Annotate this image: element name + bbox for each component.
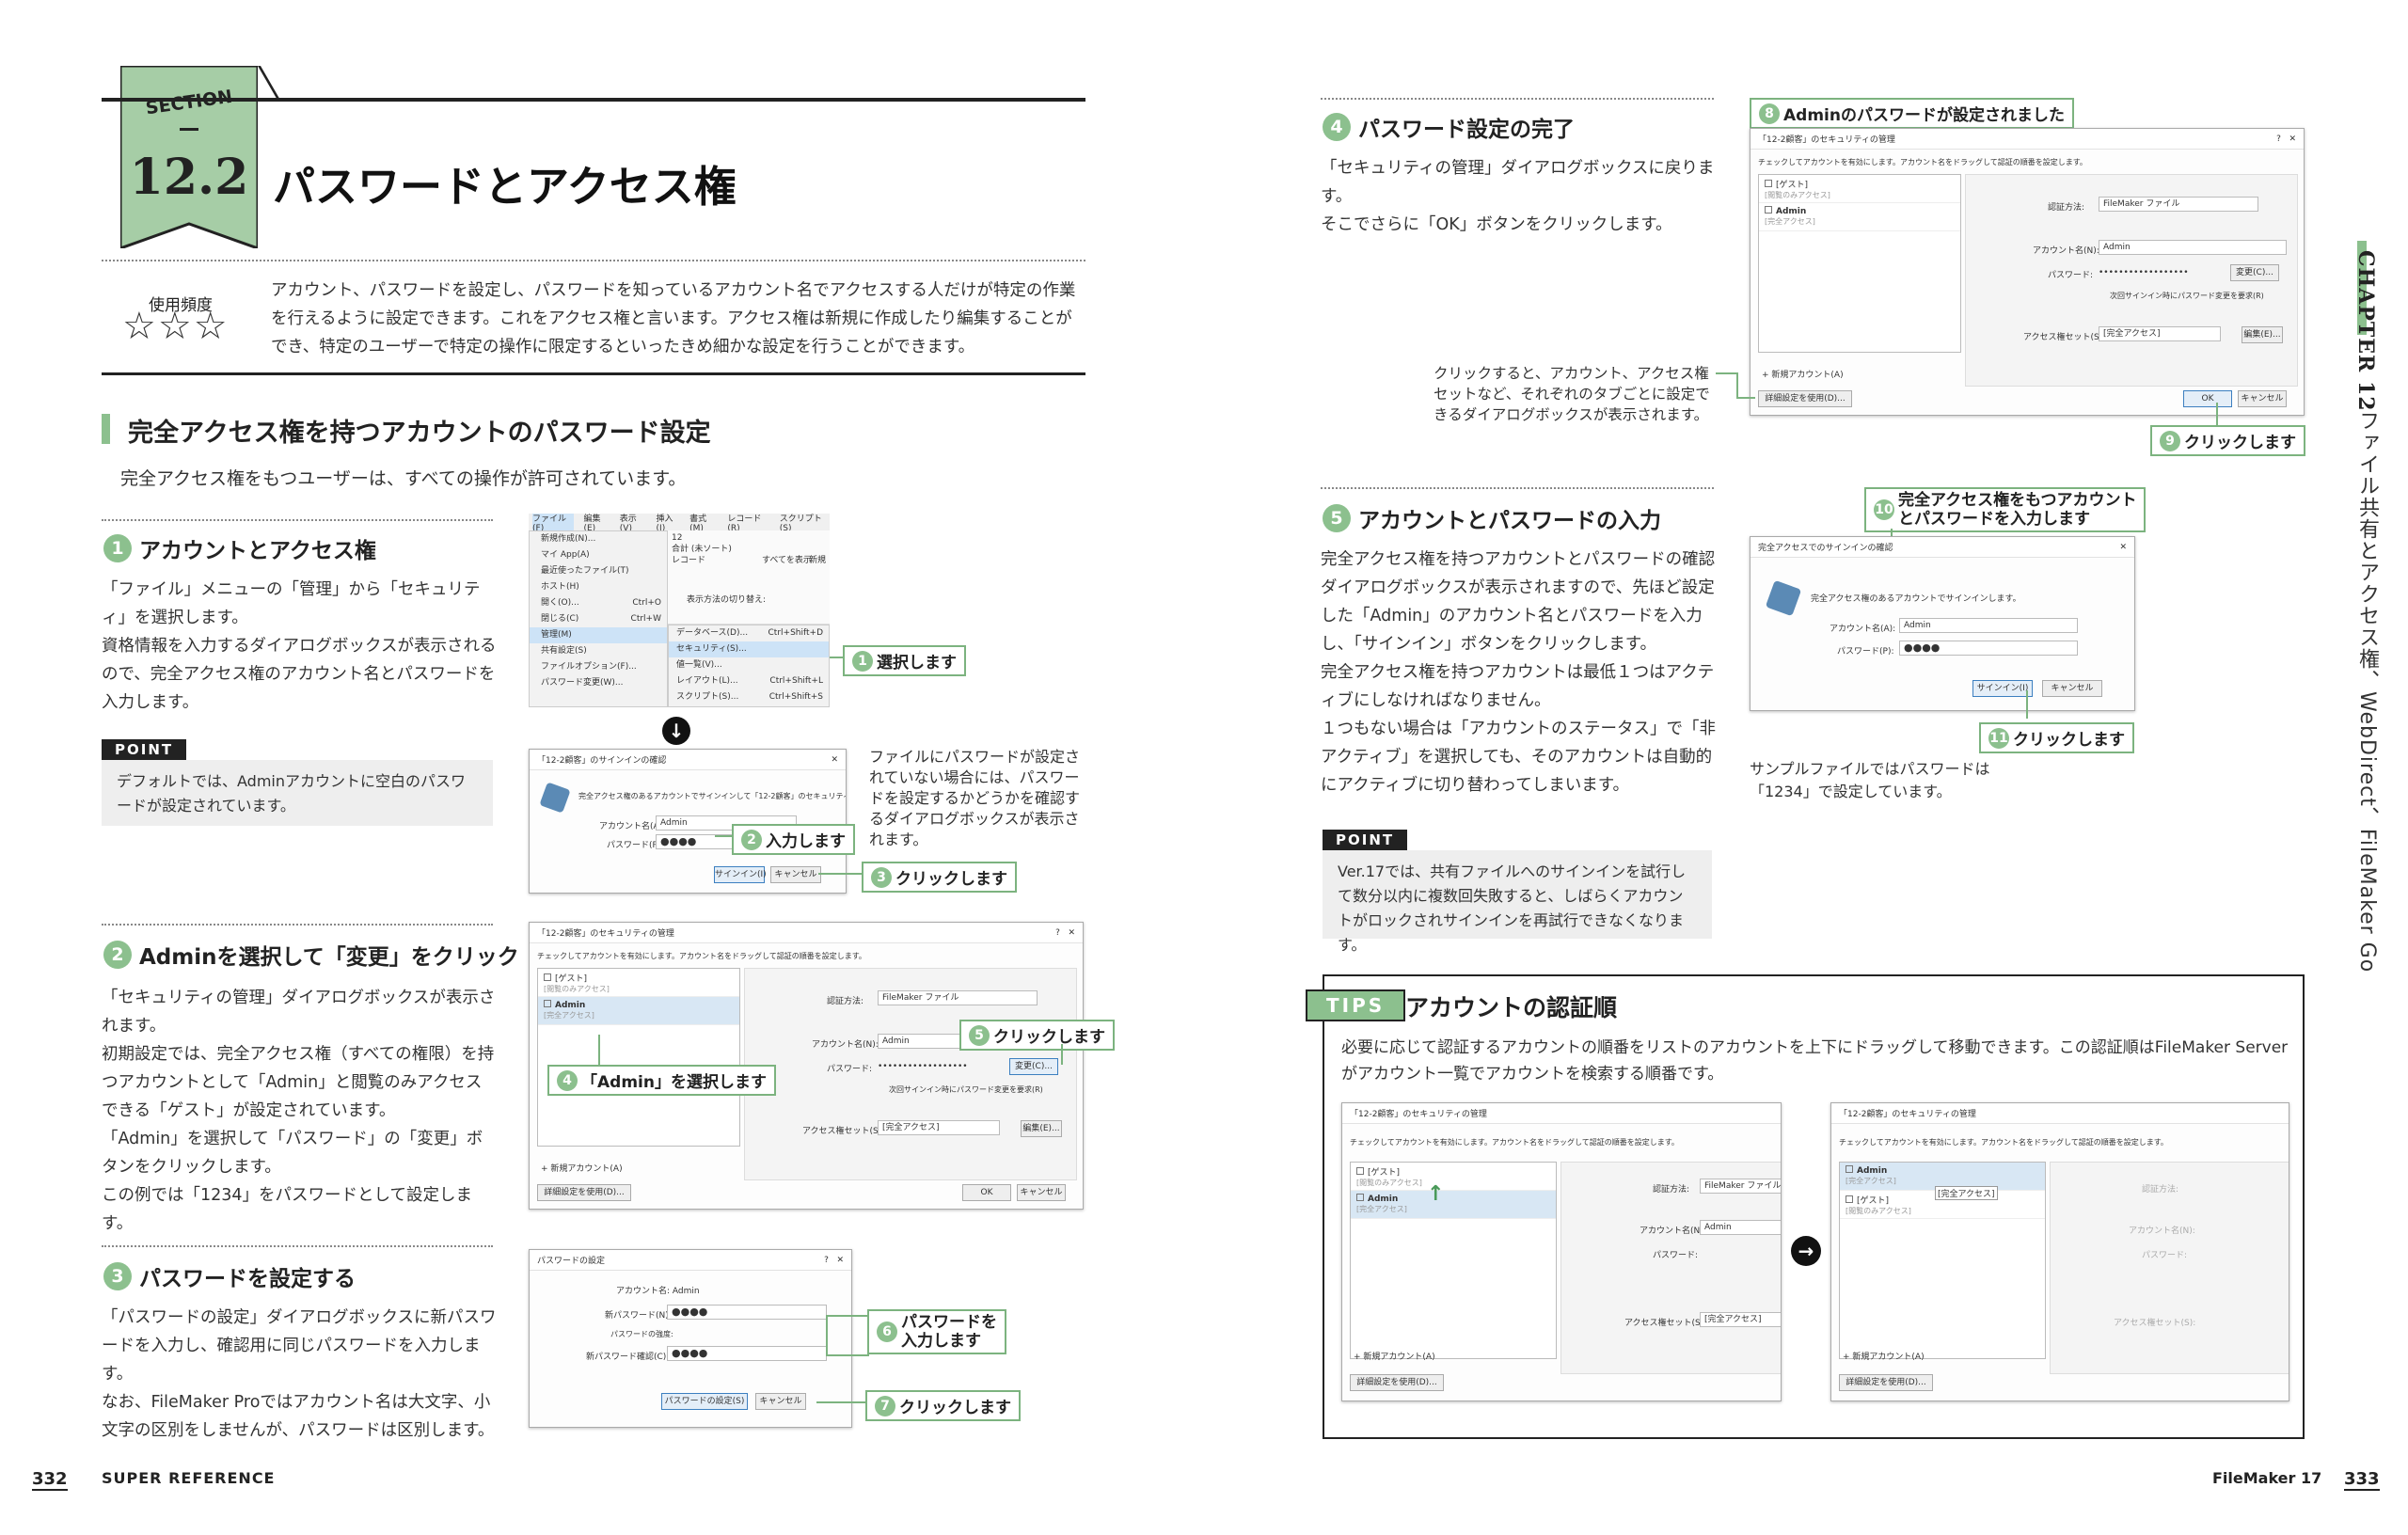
step2-body: 「セキュリティの管理」ダイアログボックスが表示されます。 初期設定では、完全アク… <box>102 989 496 1233</box>
step5-body: 完全アクセス権を持つアカウントとパスワードの確認ダイアログボックスが表示されます… <box>1321 550 1716 795</box>
chapter-label: CHAPTER 12 <box>2353 250 2378 412</box>
step1-body: 「ファイル」メニューの「管理」から「セキュリティ」を選択します。 資格情報を入力… <box>102 580 497 712</box>
file-menu-item[interactable]: ホスト(H) <box>530 579 667 595</box>
drag-arrow-icon: ↑ <box>1427 1182 1445 1206</box>
footer-right-label: FileMaker 17 <box>2212 1469 2322 1487</box>
callout-11: 11 クリックします <box>1979 722 2134 753</box>
signin-button-2[interactable]: サインイン(I) <box>1972 680 2033 697</box>
tips-dialog-before: 「12-2顧客」のセキュリティの管理 チェックしてアカウントを有効にします。アカ… <box>1341 1102 1782 1401</box>
sub-menu-item[interactable]: データベース(D)... Ctrl+Shift+D <box>669 625 829 641</box>
password-set-dialog: パスワードの設定? ✕ アカウント名: Admin 新パスワード(N): ●●●… <box>529 1249 852 1428</box>
step4-heading: 4 パスワード設定の完了 <box>1323 111 1575 143</box>
file-menu-screenshot: ファイル(F) 編集(E) 表示(V) 挿入(I) 書式(M) レコード(R) スクリプト(… <box>529 514 830 707</box>
step1-heading: 1 アカウントとアクセス権 <box>103 532 376 564</box>
cancel-button-5[interactable]: キャンセル <box>2042 680 2102 697</box>
page-number-right: 333 <box>2344 1469 2380 1491</box>
account-admin[interactable]: Admin [完全アクセス] <box>538 997 739 1025</box>
doc-field: 合計 (未ソート) <box>672 545 732 554</box>
tips-title: アカウントの認証順 <box>1405 994 1618 1021</box>
doc-field: 12 <box>672 533 683 543</box>
cancel-button-2[interactable]: キャンセル <box>1017 1184 1066 1201</box>
tips-label: TIPS <box>1306 989 1406 1021</box>
page-title: パスワードとアクセス権 <box>273 162 737 212</box>
new-password-input[interactable]: ●●●● <box>667 1305 827 1320</box>
sub-menu-item[interactable]: スクリプト(S)... Ctrl+Shift+S <box>669 689 829 705</box>
cancel-button-4[interactable]: キャンセル <box>2238 390 2287 407</box>
subintro: 完全アクセス権をもつユーザーは、すべての操作が許可されています。 <box>120 468 687 489</box>
step3-body: 「パスワードの設定」ダイアログボックスに新パスワードを入力し、確認用に同じパスワ… <box>102 1308 497 1440</box>
footer-left-label: SUPER REFERENCE <box>102 1469 276 1487</box>
file-menu-item[interactable]: 開く(O)... Ctrl+O <box>530 595 667 611</box>
callout-8: 8 Adminのパスワードが設定されました <box>1750 98 2074 129</box>
step3-heading: 3 パスワードを設定する <box>103 1260 356 1292</box>
callout-6: 6 パスワードを 入力します <box>867 1309 1006 1354</box>
doc-field: レコード <box>672 556 706 565</box>
file-menu-item[interactable]: 閉じる(C) Ctrl+W <box>530 611 667 627</box>
signin-button-1[interactable]: サインイン(I) <box>714 866 767 883</box>
callout-10: 10 完全アクセス権をもつアカウント とパスワードを入力します <box>1864 487 2147 532</box>
point1-label: POINT <box>102 739 187 760</box>
sample-note: サンプルファイルではパスワードは 「1234」で設定しています。 <box>1750 760 1990 800</box>
account-list-1[interactable]: [ゲスト] [閲覧のみアクセス] Admin [完全アクセス] <box>537 968 740 1147</box>
advanced-button-2[interactable]: 詳細設定を使用(D)... <box>1758 390 1852 407</box>
account-guest[interactable]: [ゲスト] [閲覧のみアクセス] <box>538 969 739 997</box>
cancel-button-3[interactable]: キャンセル <box>755 1393 806 1410</box>
chapter-title: ファイル共有とアクセス権、WebDirect、FileMaker Go <box>2355 410 2379 973</box>
change-button-1[interactable]: 変更(C)... <box>1009 1058 1058 1075</box>
callout-9: 9 クリックします <box>2150 425 2305 456</box>
set-password-button[interactable]: パスワードの設定(S) <box>661 1393 748 1410</box>
sub-menu-item[interactable]: 値一覧(V)... <box>669 657 829 673</box>
password-input-2[interactable]: ●●●● <box>1899 641 2078 656</box>
point1-text: デフォルトでは、Adminアカウントに空白のパスワードが設定されています。 <box>102 760 493 826</box>
file-menu-item[interactable]: 最近使ったファイル(T) <box>530 563 667 579</box>
security-dialog-2: 「12-2顧客」のセキュリティの管理? ✕ チェックしてアカウントを有効にします… <box>1750 128 2305 416</box>
callout-7: 7 クリックします <box>865 1390 1021 1421</box>
cancel-button-1[interactable]: キャンセル <box>770 866 821 883</box>
intro-text: アカウント、パスワードを設定し、パスワードを知っているアカウント名でアクセスする… <box>271 281 1076 356</box>
frequency-stars: ☆☆☆ <box>122 305 230 348</box>
step5-heading: 5 アカウントとパスワードの入力 <box>1323 502 1661 534</box>
section-badge: SECTION 12.2 <box>120 66 258 248</box>
section-number: 12.2 <box>129 149 249 206</box>
heading: 完全アクセス権を持つアカウントのパスワード設定 <box>128 419 711 448</box>
point2-label: POINT <box>1323 830 1408 850</box>
tips-dialog-after: 「12-2顧客」のセキュリティの管理 チェックしてアカウントを有効にします。アカ… <box>1830 1102 2289 1401</box>
step4-body: 「セキュリティの管理」ダイアログボックスに戻ります。 そこでさらに「OK」ボタン… <box>1321 159 1715 234</box>
signin-dialog-2: 完全アクセスでのサインインの確認 ✕ 完全アクセス権のあるアカウントでサインインし… <box>1750 536 2135 711</box>
arrow-right-icon: → <box>1791 1236 1821 1266</box>
close-icon-2[interactable]: ✕ <box>2119 543 2127 552</box>
key-icon <box>539 782 571 814</box>
side-note-1: ファイルにパスワードが設定されていない場合には、パスワードを設定するかどうかを確… <box>869 748 1081 848</box>
file-menu-item[interactable]: 共有設定(S) <box>530 643 667 659</box>
tips-text: 必要に応じて認証するアカウントの順番をリストのアカウントを上下にドラッグして移動… <box>1341 1038 2289 1084</box>
sub-menu-item[interactable]: セキュリティ(S)... <box>669 641 829 657</box>
callout-5: 5 クリックします <box>959 1020 1115 1051</box>
callout-1: 1 選択します <box>843 645 966 676</box>
key-icon-2 <box>1765 579 1802 617</box>
file-menu-item[interactable]: ファイルオプション(F)... <box>530 659 667 675</box>
point2-text: Ver.17では、共有ファイルへのサインインを試行して数分以内に複数回失敗すると… <box>1323 850 1712 954</box>
ok-button-2[interactable]: OK <box>2183 390 2232 407</box>
file-menu-item[interactable]: パスワード変更(W)... <box>530 675 667 691</box>
note4: クリックすると、アカウント、アクセス権セットなど、それぞれのタブごとに設定できる… <box>1434 365 1710 423</box>
file-menu-item[interactable]: 管理(M) <box>530 627 667 643</box>
account-input-2[interactable]: Admin <box>1899 618 2078 633</box>
advanced-button-1[interactable]: 詳細設定を使用(D)... <box>537 1184 631 1201</box>
callout-3: 3 クリックします <box>862 862 1017 893</box>
callout-2: 2 入力します <box>732 824 855 855</box>
callout-4: 4 「Admin」を選択します <box>547 1065 776 1096</box>
ok-button-1[interactable]: OK <box>962 1184 1011 1201</box>
arrow-down-icon: ↓ <box>662 717 690 745</box>
file-menu-item[interactable]: 新規作成(N)... <box>530 531 667 547</box>
page-number-left: 332 <box>32 1469 68 1491</box>
file-menu-item[interactable]: マイ App(A) <box>530 547 667 563</box>
sub-menu-item[interactable]: レイアウト(L)... Ctrl+Shift+L <box>669 673 829 689</box>
step2-heading: 2 Adminを選択して「変更」をクリック <box>103 939 519 971</box>
close-icon[interactable]: ✕ <box>831 755 838 765</box>
signin-dialog-1: 「12-2顧客」のサインインの確認 ✕ 完全アクセス権のあるアカウントでサインイン… <box>529 749 847 894</box>
confirm-password-input[interactable]: ●●●● <box>667 1346 827 1361</box>
